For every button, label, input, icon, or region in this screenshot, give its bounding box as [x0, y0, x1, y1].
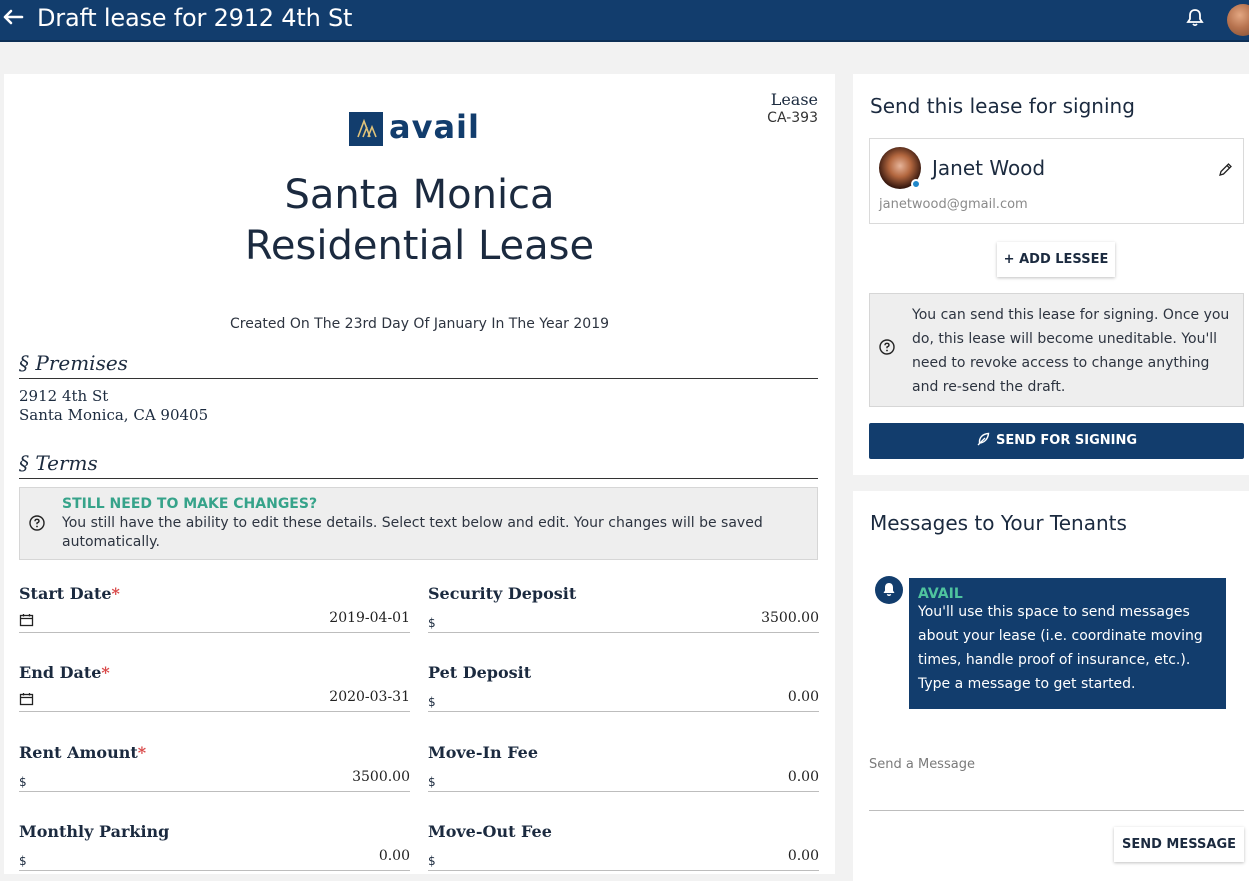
pencil-icon[interactable] — [1217, 162, 1233, 178]
messages-card: Messages to Your Tenants AVAIL You'll us… — [853, 491, 1249, 881]
move-out-fee-input[interactable]: $ 0.00 — [428, 846, 819, 871]
start-date-label: Start Date* — [19, 584, 120, 603]
rent-amount-field: Rent Amount* $ 3500.00 — [19, 743, 410, 792]
document-title: Santa Monica Residential Lease — [4, 170, 835, 272]
message-body: You'll use this space to send messages a… — [918, 604, 1203, 692]
dollar-prefix: $ — [428, 616, 436, 630]
signing-info-text: You can send this lease for signing. Onc… — [912, 307, 1230, 395]
send-for-signing-button[interactable]: SEND FOR SIGNING — [869, 423, 1244, 459]
title-line-2: Residential Lease — [244, 223, 595, 269]
lease-id-tag: Lease CA-393 — [767, 90, 818, 126]
message-input-field[interactable] — [869, 747, 1244, 811]
calendar-icon — [19, 693, 34, 706]
signing-card: Send this lease for signing Janet Wood j… — [853, 74, 1249, 475]
lease-label: Lease — [770, 90, 818, 109]
premises-address[interactable]: 2912 4th St Santa Monica, CA 90405 — [19, 387, 208, 425]
help-icon — [29, 515, 45, 531]
end-date-label: End Date* — [19, 663, 110, 682]
start-date-field: Start Date* 2019-04-01 — [19, 584, 410, 633]
online-status-dot — [911, 179, 921, 189]
pet-deposit-label: Pet Deposit — [428, 663, 532, 682]
messages-heading: Messages to Your Tenants — [870, 511, 1127, 535]
message-input[interactable] — [869, 757, 1244, 772]
move-in-fee-field: Move-In Fee $ 0.00 — [428, 743, 819, 792]
add-lessee-button[interactable]: + ADD LESSEE — [997, 242, 1115, 277]
security-deposit-field: Security Deposit $ 3500.00 — [428, 584, 819, 633]
page-title: Draft lease for 2912 4th St — [37, 4, 353, 32]
message-bubble: AVAIL You'll use this space to send mess… — [909, 578, 1226, 709]
signing-heading: Send this lease for signing — [870, 94, 1135, 118]
top-bar: Draft lease for 2912 4th St — [0, 0, 1249, 42]
notice-body: You still have the ability to edit these… — [62, 515, 763, 550]
security-deposit-label: Security Deposit — [428, 584, 577, 603]
bell-icon[interactable] — [1185, 8, 1205, 28]
edit-notice: STILL NEED TO MAKE CHANGES? You still ha… — [19, 487, 818, 560]
pet-deposit-value: 0.00 — [787, 689, 819, 705]
end-date-input[interactable]: 2020-03-31 — [19, 687, 410, 712]
avail-logo-mark — [349, 112, 383, 146]
title-line-1: Santa Monica — [284, 172, 555, 218]
security-deposit-value: 3500.00 — [761, 610, 819, 626]
monthly-parking-field: Monthly Parking $ 0.00 — [19, 822, 410, 871]
monthly-parking-value: 0.00 — [378, 848, 410, 864]
move-out-fee-field: Move-Out Fee $ 0.00 — [428, 822, 819, 871]
rent-amount-value: 3500.00 — [352, 769, 410, 785]
user-avatar[interactable] — [1227, 4, 1249, 36]
arrow-left-icon[interactable] — [2, 6, 28, 32]
address-line-2: Santa Monica, CA 90405 — [19, 406, 209, 424]
end-date-field: End Date* 2020-03-31 — [19, 663, 410, 712]
dollar-prefix: $ — [19, 775, 27, 789]
dollar-prefix: $ — [428, 695, 436, 709]
move-out-fee-label: Move-Out Fee — [428, 822, 552, 841]
move-in-fee-value: 0.00 — [787, 769, 819, 785]
calendar-icon — [19, 614, 34, 627]
lessee-card: Janet Wood janetwood@gmail.com — [869, 138, 1244, 224]
monthly-parking-input[interactable]: $ 0.00 — [19, 846, 410, 871]
start-date-value: 2019-04-01 — [329, 610, 410, 626]
dollar-prefix: $ — [19, 854, 27, 868]
premises-heading: § Premises — [19, 351, 818, 379]
start-date-input[interactable]: 2019-04-01 — [19, 608, 410, 633]
send-message-button[interactable]: SEND MESSAGE — [1114, 827, 1244, 862]
avail-logo-text: avail — [389, 108, 480, 146]
notice-title: STILL NEED TO MAKE CHANGES? — [62, 496, 318, 512]
lease-document: Lease CA-393 avail Santa Monica Resident… — [4, 74, 835, 874]
move-in-fee-input[interactable]: $ 0.00 — [428, 767, 819, 792]
lease-id: CA-393 — [767, 110, 818, 126]
help-icon — [879, 339, 895, 355]
signing-info-box: You can send this lease for signing. Onc… — [869, 293, 1244, 407]
created-date: Created On The 23rd Day Of January In Th… — [229, 316, 610, 332]
dollar-prefix: $ — [428, 775, 436, 789]
rent-amount-label: Rent Amount* — [19, 743, 147, 762]
move-out-fee-value: 0.00 — [787, 848, 819, 864]
lessee-email: janetwood@gmail.com — [879, 197, 1028, 212]
rent-amount-input[interactable]: $ 3500.00 — [19, 767, 410, 792]
terms-heading: § Terms — [19, 451, 818, 479]
move-in-fee-label: Move-In Fee — [428, 743, 539, 762]
lessee-name: Janet Wood — [932, 156, 1046, 180]
security-deposit-input[interactable]: $ 3500.00 — [428, 608, 819, 633]
address-line-1: 2912 4th St — [19, 387, 109, 405]
pet-deposit-input[interactable]: $ 0.00 — [428, 687, 819, 712]
pet-deposit-field: Pet Deposit $ 0.00 — [428, 663, 819, 712]
dollar-prefix: $ — [428, 854, 436, 868]
monthly-parking-label: Monthly Parking — [19, 822, 170, 841]
feather-icon — [977, 432, 990, 446]
bell-icon — [875, 576, 903, 604]
end-date-value: 2020-03-31 — [329, 689, 410, 705]
